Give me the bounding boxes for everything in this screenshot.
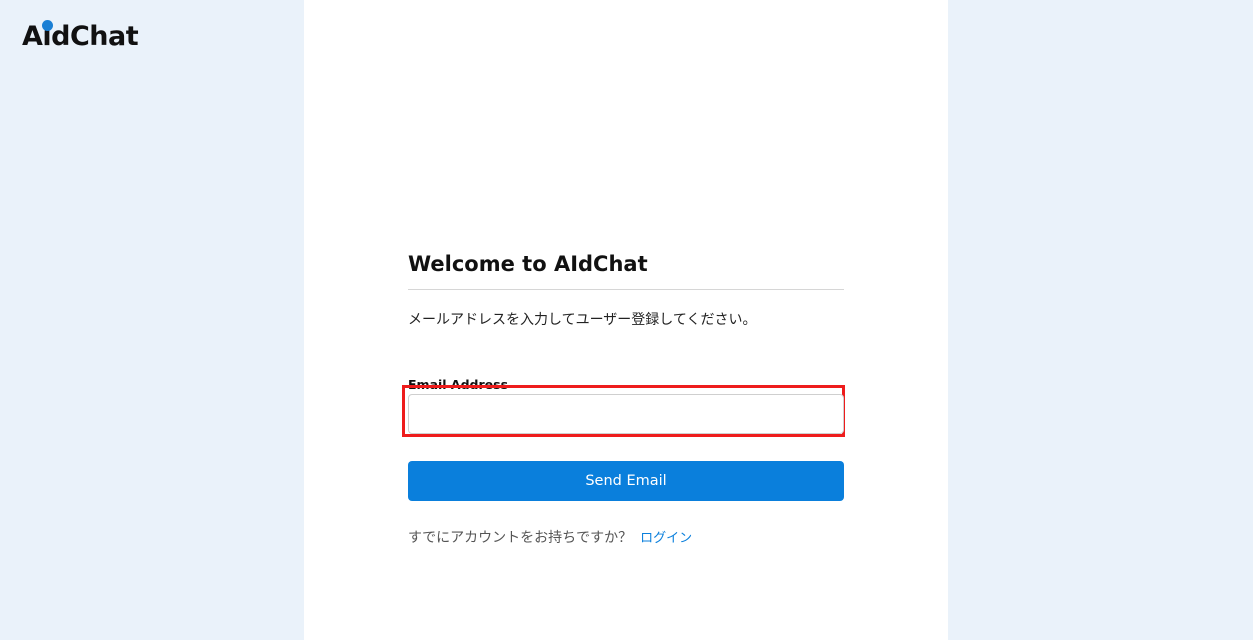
title-divider xyxy=(408,289,844,290)
logo-dot-icon xyxy=(42,20,53,31)
login-row: すでにアカウントをお持ちですか？ ログイン xyxy=(408,529,844,548)
login-link[interactable]: ログイン xyxy=(640,531,692,546)
signup-form: Welcome to AIdChat メールアドレスを入力してユーザー登録してく… xyxy=(402,248,845,548)
brand-logo[interactable]: AidChat xyxy=(22,18,139,54)
right-background xyxy=(948,0,1253,640)
brand-name: AidChat xyxy=(22,21,139,52)
email-field-wrapper xyxy=(402,385,845,437)
page: AidChat Welcome to AIdChat メールアドレスを入力してユ… xyxy=(0,0,1253,640)
left-background: AidChat xyxy=(0,0,304,640)
send-email-button[interactable]: Send Email xyxy=(408,461,844,501)
page-title: Welcome to AIdChat xyxy=(408,252,648,276)
login-prompt: すでにアカウントをお持ちですか？ xyxy=(408,530,633,546)
form-description: メールアドレスを入力してユーザー登録してください。 xyxy=(408,312,757,328)
email-field[interactable] xyxy=(408,394,844,434)
